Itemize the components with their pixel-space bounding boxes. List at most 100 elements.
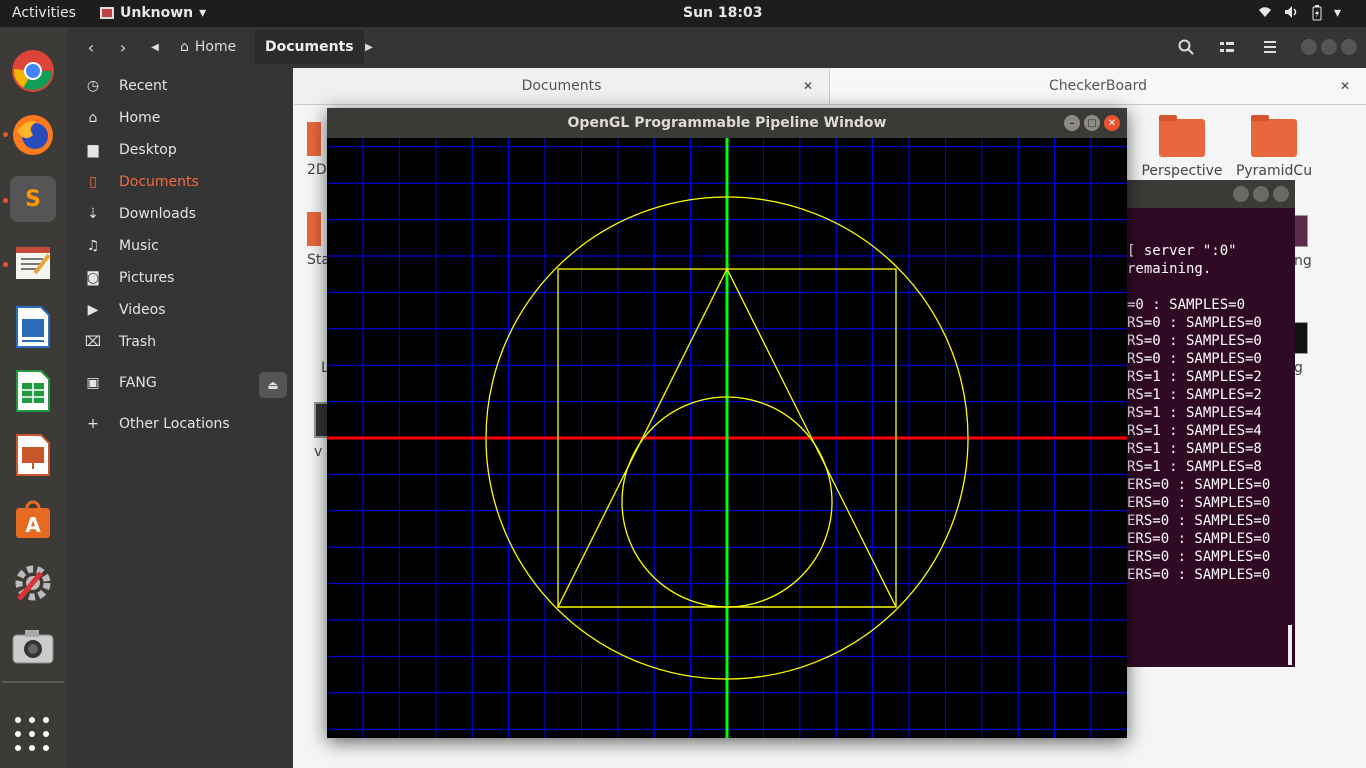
- sidebar-item-label: Videos: [119, 302, 166, 318]
- chevron-down-icon: ▾: [199, 5, 207, 21]
- camera-icon: ◙: [86, 270, 100, 286]
- breadcrumb-home[interactable]: ⌂ Home: [170, 30, 246, 64]
- sidebar-item-other-locations[interactable]: + Other Locations: [67, 408, 293, 440]
- folder-pyramidcu[interactable]: PyramidCu: [1229, 115, 1319, 179]
- svg-text:A: A: [25, 513, 41, 537]
- running-indicator: [3, 262, 8, 267]
- breadcrumb-home-label: Home: [194, 39, 237, 55]
- sidebar-item-label: Home: [119, 110, 161, 126]
- running-indicator: [3, 198, 8, 203]
- plus-icon: +: [87, 416, 99, 432]
- file-label: ng: [1294, 253, 1312, 269]
- document-icon: ▯: [89, 174, 97, 190]
- maximize-button[interactable]: □: [1084, 115, 1100, 131]
- battery-icon: [1312, 5, 1322, 25]
- download-icon: ⇣: [87, 206, 99, 222]
- clock-icon: ◷: [86, 78, 100, 94]
- clock[interactable]: Sun 18:03: [683, 5, 762, 21]
- sidebar-item-downloads[interactable]: ⇣ Downloads: [67, 198, 293, 230]
- terminal-window[interactable]: [ server ":0" remaining. =0 : SAMPLES=0 …: [1127, 180, 1295, 667]
- opengl-titlebar[interactable]: OpenGL Programmable Pipeline Window – □ …: [327, 108, 1127, 138]
- sidebar-item-desktop[interactable]: ▆ Desktop: [67, 134, 293, 166]
- tab-documents[interactable]: Documents ✕: [294, 68, 830, 104]
- running-indicator: [3, 132, 8, 137]
- sidebar-item-label: Music: [119, 238, 159, 254]
- breadcrumb-current[interactable]: Documents: [255, 30, 364, 64]
- dock: S A: [0, 27, 67, 768]
- sidebar-item-label: Documents: [119, 174, 199, 190]
- minimize-button[interactable]: –: [1064, 115, 1080, 131]
- show-applications-icon[interactable]: [15, 717, 51, 753]
- opengl-canvas[interactable]: [327, 138, 1127, 738]
- file-label: Perspective: [1141, 163, 1223, 179]
- top-bar: Activities Unknown ▾ Sun 18:03 ▾: [0, 0, 1366, 27]
- file-manager-header: ‹ › ◀ ⌂ Home Documents ▶: [67, 27, 1366, 68]
- close-tab-icon[interactable]: ✕: [1340, 79, 1350, 93]
- sidebar: ◷ Recent ⌂ Home ▆ Desktop ▯ Documents ⇣ Downl…: [67, 68, 293, 768]
- forward-button[interactable]: ›: [109, 33, 137, 61]
- impress-icon[interactable]: [10, 432, 56, 478]
- file-item-partial[interactable]: ng: [1294, 215, 1324, 269]
- close-button[interactable]: [1341, 39, 1357, 55]
- sidebar-item-label: FANG: [119, 375, 157, 391]
- file-label: v: [314, 444, 323, 460]
- folder-icon: [307, 212, 321, 246]
- firefox-icon[interactable]: [10, 112, 56, 158]
- minimize-button[interactable]: [1301, 39, 1317, 55]
- menu-button[interactable]: [1255, 33, 1285, 61]
- activities-button[interactable]: Activities: [12, 5, 76, 21]
- eject-icon[interactable]: ⏏: [259, 372, 287, 398]
- sidebar-item-trash[interactable]: ⌧ Trash: [67, 326, 293, 358]
- system-menu[interactable]: ▾: [1258, 5, 1341, 25]
- file-thumbnail: [1294, 215, 1308, 247]
- text-editor-icon[interactable]: [10, 240, 56, 286]
- terminal-scrollbar[interactable]: [1288, 625, 1292, 665]
- drive-icon: ▣: [86, 375, 100, 391]
- view-toggle-button[interactable]: [1212, 33, 1242, 61]
- writer-icon[interactable]: [10, 304, 56, 350]
- sidebar-item-pictures[interactable]: ◙ Pictures: [67, 262, 293, 294]
- maximize-button[interactable]: [1321, 39, 1337, 55]
- file-item-partial[interactable]: g: [1294, 322, 1324, 376]
- tab-label: Documents: [521, 78, 602, 94]
- sidebar-item-label: Recent: [119, 78, 168, 94]
- sidebar-item-recent[interactable]: ◷ Recent: [67, 70, 293, 102]
- music-icon: ♫: [86, 238, 100, 254]
- terminal-titlebar[interactable]: [1127, 180, 1295, 208]
- video-icon: ▶: [87, 302, 99, 318]
- app-name: Unknown: [120, 5, 194, 21]
- opengl-window[interactable]: OpenGL Programmable Pipeline Window – □ …: [327, 108, 1127, 738]
- close-button[interactable]: ✕: [1104, 115, 1120, 131]
- sidebar-item-label: Trash: [119, 334, 156, 350]
- calc-icon[interactable]: [10, 368, 56, 414]
- minimize-button[interactable]: [1233, 186, 1249, 202]
- folder-icon: [1251, 115, 1297, 157]
- search-button[interactable]: [1171, 33, 1201, 61]
- sidebar-item-label: Desktop: [119, 142, 177, 158]
- sidebar-item-documents[interactable]: ▯ Documents: [67, 166, 293, 198]
- app-menu[interactable]: Unknown ▾: [100, 5, 206, 21]
- maximize-button[interactable]: [1253, 186, 1269, 202]
- sublime-text-icon[interactable]: S: [10, 176, 56, 222]
- file-label: 2D: [307, 162, 327, 178]
- tab-checkerboard[interactable]: CheckerBoard ✕: [830, 68, 1366, 104]
- camera-icon[interactable]: [10, 624, 56, 670]
- close-tab-icon[interactable]: ✕: [803, 79, 813, 93]
- chrome-icon[interactable]: [10, 48, 56, 94]
- breadcrumb-right-arrow[interactable]: ▶: [361, 33, 377, 61]
- breadcrumb-left-arrow[interactable]: ◀: [147, 33, 163, 61]
- close-button[interactable]: [1273, 186, 1289, 202]
- file-label: PyramidCu: [1235, 163, 1313, 179]
- settings-icon[interactable]: [10, 560, 56, 606]
- sidebar-item-home[interactable]: ⌂ Home: [67, 102, 293, 134]
- sidebar-item-label: Pictures: [119, 270, 175, 286]
- folder-icon: [1159, 115, 1205, 157]
- file-label: g: [1294, 360, 1303, 376]
- sidebar-item-music[interactable]: ♫ Music: [67, 230, 293, 262]
- back-button[interactable]: ‹: [77, 33, 105, 61]
- wifi-icon: [1258, 5, 1272, 25]
- folder-perspective[interactable]: Perspective: [1137, 115, 1227, 179]
- software-center-icon[interactable]: A: [10, 496, 56, 542]
- sidebar-item-label: Other Locations: [119, 416, 230, 432]
- sidebar-item-videos[interactable]: ▶ Videos: [67, 294, 293, 326]
